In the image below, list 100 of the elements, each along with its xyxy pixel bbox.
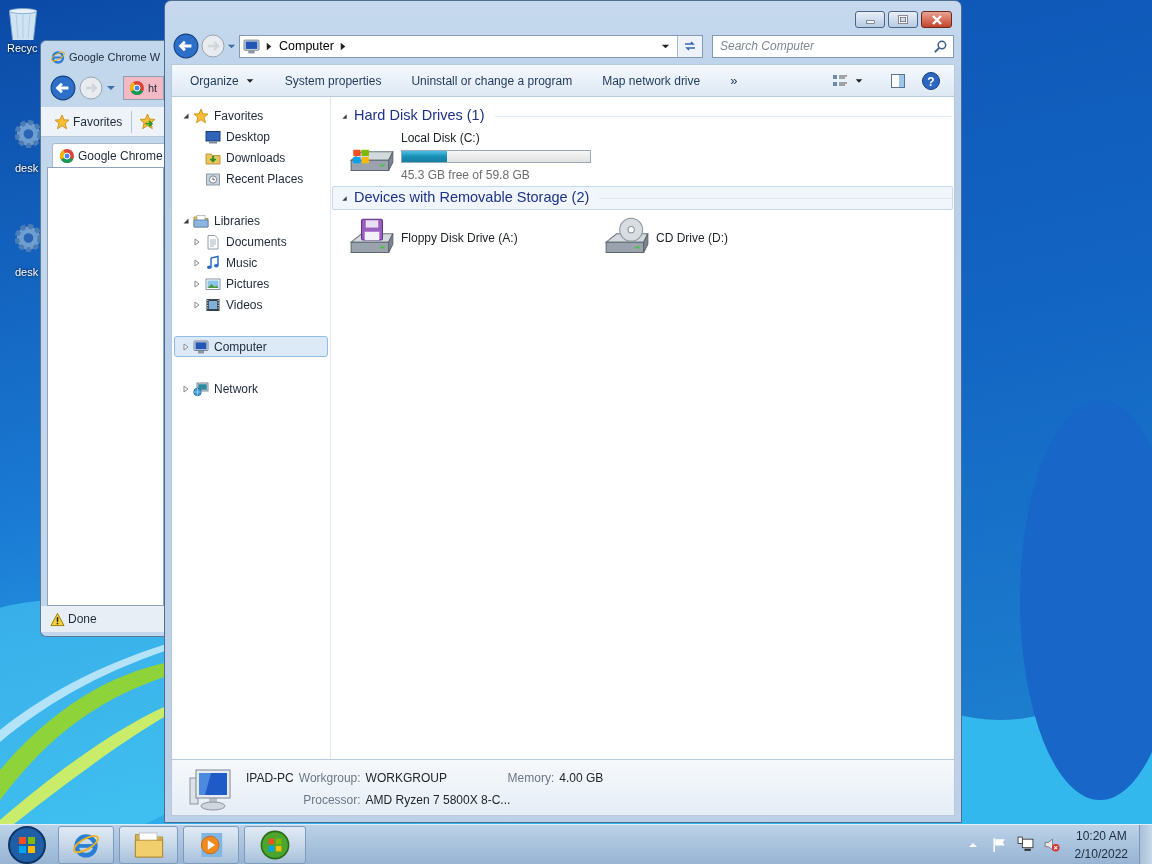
minimize-icon [865,20,875,24]
music-note-icon [205,254,221,271]
collapse-arrow-icon[interactable] [182,111,190,120]
drive-name: CD Drive (D:) [656,230,728,247]
close-icon [931,14,942,25]
nav-label: Videos [226,296,263,314]
window-title: Google Chrome W [69,49,161,65]
icon-label: Recyc [7,41,38,56]
expand-arrow-icon[interactable] [193,258,201,267]
nav-label: Documents [226,233,287,251]
nav-label: Pictures [226,275,270,293]
star-icon [54,113,70,130]
nav-item[interactable]: Libraries [174,210,328,231]
help-button[interactable]: ? [922,71,940,90]
back-button[interactable] [50,75,76,101]
detail-value: 4.00 GB [559,770,604,787]
nav-label: Downloads [226,149,286,167]
browser-tab[interactable]: Google Chrome [52,143,164,167]
view-list-icon [832,72,848,89]
maximize-icon [898,15,908,24]
taskbar-button[interactable] [58,825,114,864]
start-button[interactable] [6,824,48,864]
toolbar-button[interactable]: Organize [178,71,267,90]
nav-label: Computer [214,338,267,356]
library-folder-icon [193,212,209,229]
drive-name: Local Disk (C:) [401,129,481,147]
search-icon [933,38,948,54]
picture-frame-icon [205,275,221,292]
collapse-arrow-icon[interactable] [182,216,190,225]
nav-label: Favorites [214,107,264,125]
orb-logo-icon [259,828,291,861]
drive-item[interactable]: CD Drive (D:) [602,214,857,262]
nav-item[interactable]: Pictures [174,273,328,294]
taskbar-button[interactable] [119,825,178,864]
expand-arrow-icon[interactable] [193,237,201,246]
collapse-arrow-icon[interactable] [341,112,348,120]
detail-value: WORKGROUP [365,770,448,787]
maximize-button[interactable] [888,11,918,28]
minimize-button[interactable] [855,11,885,28]
group-header[interactable]: Hard Disk Drives (1) [332,104,953,128]
nav-item[interactable]: Recent Places [174,168,328,189]
close-button[interactable] [921,11,952,28]
overflow-button[interactable]: » [718,70,750,91]
nav-label: Libraries [214,212,261,230]
nav-item[interactable]: Network [174,378,328,399]
browser-logo-icon [50,49,66,65]
network-monitor-icon[interactable] [1016,836,1034,853]
collapse-arrow-icon[interactable] [341,194,348,202]
round-logo-icon [129,80,145,96]
toolbar-button[interactable]: Map network drive [590,71,713,90]
address-bar[interactable]: Computer [239,34,703,58]
nav-label: Desktop [226,128,271,146]
group-header[interactable]: Devices with Removable Storage (2) [332,186,953,210]
nav-item[interactable]: Documents [174,231,328,252]
nav-item[interactable]: Desktop [174,126,328,147]
star-icon [193,107,209,124]
speaker-muted-icon[interactable] [1042,836,1060,853]
toolbar-button[interactable]: Uninstall or change a program [399,71,585,90]
computer-name: IPAD-PC [246,770,294,787]
breadcrumb-button[interactable]: Computer [279,36,334,56]
nav-label: Recent Places [226,170,304,188]
computer-icon [193,338,209,355]
warning-icon [50,611,65,627]
film-icon [205,296,221,313]
detail-label: Processor: [302,792,361,809]
search-field[interactable]: Search Computer [712,34,954,58]
flag-icon[interactable] [990,836,1008,853]
network-icon [193,380,209,397]
show-desktop-button[interactable] [1139,824,1152,864]
address-text: ht [148,80,158,96]
icon-label: desk [15,161,39,176]
nav-item[interactable]: Computer [174,336,328,357]
refresh-button[interactable] [677,35,702,57]
detail-value: AMD Ryzen 7 5800X 8-C... [365,792,512,809]
detail-label: Memory: [507,770,555,787]
address-field[interactable]: ht [123,76,164,100]
expand-arrow-icon[interactable] [182,384,190,393]
clock[interactable]: 10:20 AM 2/10/2022 [1074,826,1128,863]
document-icon [205,233,221,250]
toolbar-button[interactable]: System properties [272,71,394,90]
status-text: Done [68,611,97,628]
nav-item[interactable]: Music [174,252,328,273]
clock-time: 10:20 AM [1074,827,1128,845]
round-logo-icon [59,147,75,164]
clock-date: 2/10/2022 [1074,845,1128,863]
clock-panel-icon [205,170,221,187]
desktop-icon [205,128,221,145]
drive-name: Floppy Disk Drive (A:) [401,230,518,247]
taskbar-button[interactable] [244,825,306,864]
nav-item[interactable]: Downloads [174,147,328,168]
taskbar-button[interactable] [183,825,239,864]
expand-arrow-icon[interactable] [182,342,190,351]
drive-item[interactable]: Floppy Disk Drive (A:) [347,214,602,262]
nav-item[interactable]: Videos [174,294,328,315]
star-arrow-icon[interactable] [139,113,157,130]
back-button[interactable] [173,33,199,59]
expand-arrow-icon[interactable] [193,279,201,288]
icon-label: desk [15,265,39,280]
expand-arrow-icon[interactable] [193,300,201,309]
nav-item[interactable]: Favorites [174,105,328,126]
